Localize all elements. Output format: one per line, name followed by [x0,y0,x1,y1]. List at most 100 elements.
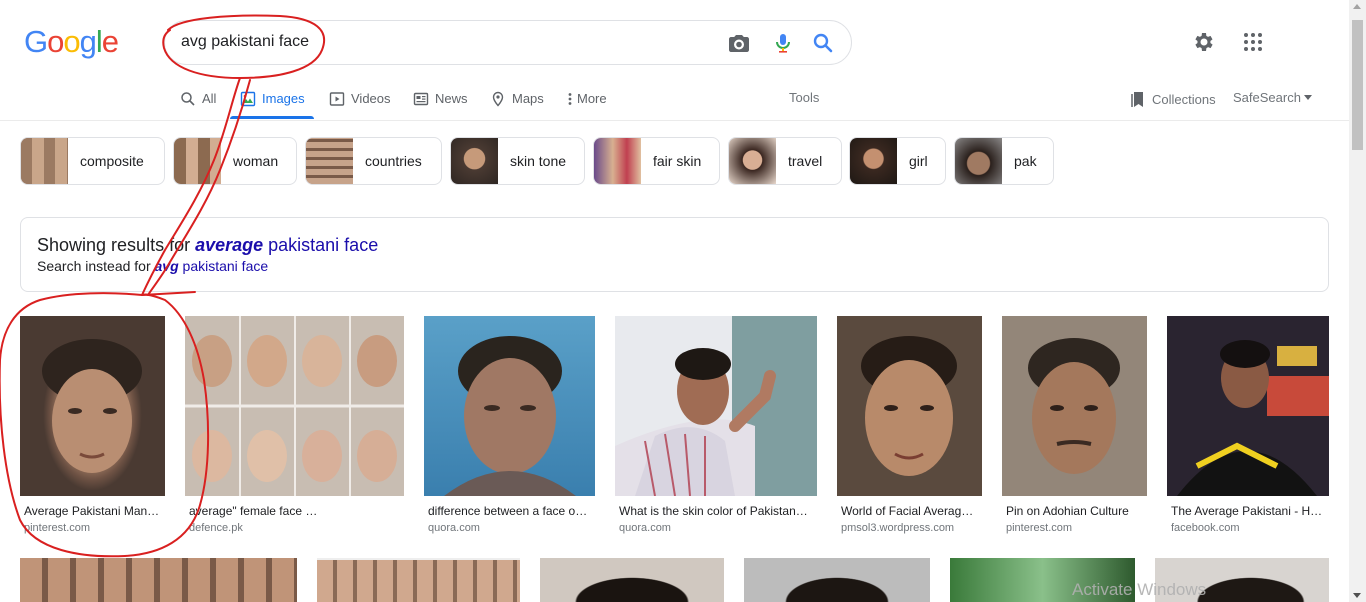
search-box[interactable]: avg pakistani face [164,20,852,65]
tab-maps[interactable]: Maps [490,89,544,121]
result-domain: quora.com [428,522,480,534]
tab-more[interactable]: More [566,89,607,121]
tab-videos[interactable]: Videos [329,89,391,121]
safesearch-dropdown[interactable]: SafeSearch [1233,90,1312,105]
chip-thumbnail [955,138,1002,184]
google-logo[interactable]: Google [24,24,119,60]
chip-travel[interactable]: travel [728,137,842,185]
tab-label: All [202,91,217,106]
chip-pak[interactable]: pak [954,137,1054,185]
camera-icon[interactable] [727,31,751,55]
play-icon [329,92,345,106]
header-divider [0,120,1349,121]
result-thumbnail[interactable] [837,316,982,496]
chip-label: pak [1014,153,1037,169]
corrected-query-link[interactable]: average pakistani face [195,235,378,255]
image-result[interactable] [744,558,930,602]
result-title: Pin on Adohian Culture [1006,504,1129,518]
chip-thumbnail [594,138,641,184]
chip-woman[interactable]: woman [173,137,297,185]
result-domain: quora.com [619,522,671,534]
tools-label: Tools [789,90,820,105]
scroll-thumb[interactable] [1352,20,1363,150]
tab-label: More [577,91,607,106]
result-domain: pinterest.com [1006,522,1073,534]
chip-label: skin tone [510,153,567,169]
result-domain: facebook.com [1171,522,1240,534]
logo-letter: o [63,24,80,59]
result-title: average" female face … [189,504,318,518]
activate-windows-watermark: Activate Windows [1072,580,1207,599]
scroll-down-arrow[interactable] [1353,593,1361,598]
logo-letter: G [24,24,48,59]
collections-label: Collections [1152,91,1216,107]
result-thumbnail[interactable] [424,316,595,496]
safesearch-label: SafeSearch [1233,90,1301,105]
result-thumbnail[interactable] [1002,316,1147,496]
chip-label: composite [80,153,144,169]
chip-countries[interactable]: countries [305,137,442,185]
result-title: Average Pakistani Man… [24,504,160,518]
tab-news[interactable]: News [413,89,468,121]
result-title: World of Facial Averag… [841,504,974,518]
search-input[interactable]: avg pakistani face [181,33,309,51]
page-scrollbar[interactable] [1349,0,1366,602]
image-result[interactable] [317,558,520,602]
chip-label: woman [233,153,279,169]
chip-thumbnail [21,138,68,184]
logo-letter: e [101,24,119,59]
image-icon [240,91,256,107]
corrected-rest: pakistani face [263,235,379,255]
result-thumbnail[interactable] [1167,316,1329,496]
caret-down-icon [1303,94,1312,100]
result-thumbnail[interactable] [185,316,404,496]
chip-thumbnail [729,138,776,184]
news-icon [413,92,429,106]
image-result[interactable] [20,558,297,602]
chip-fair-skin[interactable]: fair skin [593,137,720,185]
scroll-up-arrow[interactable] [1353,4,1361,9]
chip-thumbnail [306,138,353,184]
result-title: difference between a face o… [428,504,588,518]
spelling-correction-box: Showing results for average pakistani fa… [20,217,1329,292]
search-icon[interactable] [811,31,835,55]
chip-thumbnail [850,138,897,184]
active-tab-indicator [230,116,314,119]
result-thumbnail[interactable] [20,316,165,496]
chip-thumbnail [174,138,221,184]
result-title: The Average Pakistani - H… [1171,504,1323,518]
result-domain: defence.pk [189,522,243,534]
chip-skin-tone[interactable]: skin tone [450,137,585,185]
chip-label: girl [909,153,928,169]
tab-label: Images [262,91,305,106]
tab-label: Maps [512,91,544,106]
result-domain: pinterest.com [24,522,91,534]
tab-label: Videos [351,91,391,106]
tab-label: News [435,91,468,106]
bookmark-icon [1131,92,1143,107]
chip-label: fair skin [653,153,702,169]
instead-prefix: Search instead for [37,258,155,274]
apps-grid-icon[interactable] [1241,30,1265,54]
logo-letter: o [47,24,64,59]
result-title: What is the skin color of Pakistan… [619,504,808,518]
more-vert-icon [568,93,572,105]
corrected-term: average [195,235,264,255]
original-query-link[interactable]: avg pakistani face [155,258,269,274]
gear-icon[interactable] [1191,30,1215,54]
chip-girl[interactable]: girl [849,137,946,185]
original-rest: pakistani face [178,258,269,274]
tab-all[interactable]: All [180,89,216,121]
tools-button[interactable]: Tools [789,90,819,105]
image-result[interactable] [540,558,724,602]
search-instead-line: Search instead for avg pakistani face [37,258,268,274]
original-term: avg [154,258,179,274]
logo-letter: g [79,24,97,59]
collections-button[interactable]: Collections [1130,90,1216,108]
result-domain: pmsol3.wordpress.com [841,522,955,534]
showing-prefix: Showing results for [37,235,196,255]
showing-results-line: Showing results for average pakistani fa… [37,235,378,256]
mic-icon[interactable] [771,31,795,55]
chip-composite[interactable]: composite [20,137,165,185]
result-thumbnail[interactable] [615,316,817,496]
